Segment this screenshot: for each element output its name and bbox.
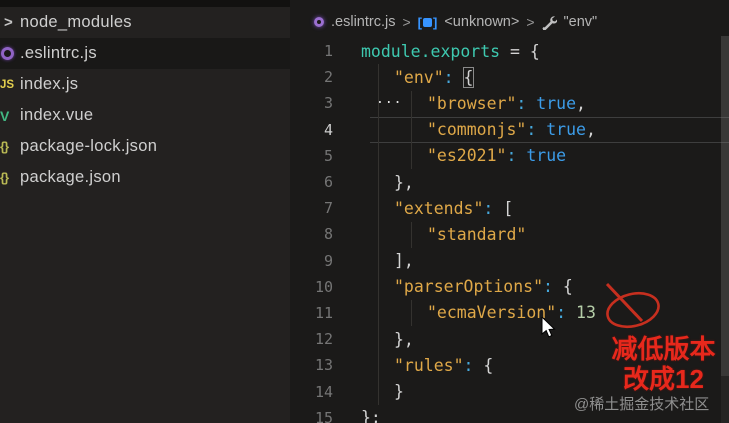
sidebar-item-index-js[interactable]: JS index.js [0, 69, 290, 100]
code-text: "env": { [394, 66, 475, 88]
code-text: }; [361, 408, 381, 423]
file-list: > node_modules .eslintrc.js JS index.js Vinde… [0, 7, 290, 193]
breadcrumb: .eslintrc.js > [] <unknown> > "env" [290, 8, 597, 36]
annotation-note-line2: 改成12 [623, 364, 704, 394]
breadcrumb-symbol[interactable]: <unknown> [444, 14, 519, 30]
code-text: ], [394, 251, 414, 271]
hint-squiggle: ... [376, 92, 403, 107]
file-label: package.json [20, 168, 121, 186]
code-text: "es2021": true [427, 146, 567, 166]
file-explorer: > node_modules .eslintrc.js JS index.js Vinde… [0, 7, 290, 423]
breadcrumb-file[interactable]: .eslintrc.js [331, 14, 395, 30]
vscode-window: > node_modules .eslintrc.js JS index.js Vinde… [0, 0, 729, 423]
code-line-3[interactable]: 3 "browser": true, [290, 90, 729, 116]
code-line-8[interactable]: 8 "standard" [290, 221, 729, 247]
code-line-1[interactable]: 1 module.exports = { [290, 38, 729, 64]
code-line-6[interactable]: 6}, [290, 169, 729, 195]
code-text: }, [394, 329, 414, 349]
eslint-icon [0, 47, 20, 60]
code-text: "commonjs": true, [427, 120, 596, 140]
file-label: node_modules [20, 13, 132, 31]
line-number[interactable]: 4 [290, 121, 347, 139]
code-text: "rules": { [394, 355, 494, 375]
scrollbar-thumb[interactable] [721, 36, 729, 376]
code-line-11[interactable]: 11 "ecmaVersion": 13 [290, 300, 729, 326]
chevron-right-icon: > [526, 14, 535, 30]
file-label: .eslintrc.js [20, 44, 97, 62]
wrench-icon [542, 15, 557, 30]
code-text: }, [394, 172, 414, 192]
line-number[interactable]: 13 [290, 356, 347, 374]
indent-guide [411, 222, 412, 248]
watermark: @稀土掘金技术社区 [574, 396, 710, 413]
json-icon: {} [0, 139, 9, 154]
line-number[interactable]: 6 [290, 173, 347, 191]
code-line-4[interactable]: 4 "commonjs": true, [290, 116, 729, 143]
line-number[interactable]: 12 [290, 330, 347, 348]
sidebar-item-package-lock-json[interactable]: {} package-lock.json [0, 131, 290, 162]
annotation-note-line1: 减低版本 [611, 334, 716, 364]
code-text: } [394, 382, 404, 402]
indent-guide [411, 300, 412, 326]
line-number[interactable]: 9 [290, 252, 347, 270]
code-text: "standard" [427, 224, 527, 244]
annotation-note: 减低版本 改成12 [601, 334, 726, 394]
indent-guide [378, 64, 379, 405]
code-line-5[interactable]: 5 "es2021": true [290, 143, 729, 169]
code-line-2[interactable]: 2 "env": { [290, 64, 729, 90]
line-number[interactable]: 11 [290, 304, 347, 322]
chevron-right-icon: > [4, 14, 13, 31]
eslint-icon [314, 17, 324, 27]
vue-icon: V [0, 107, 10, 124]
breadcrumb-property[interactable]: "env" [564, 14, 598, 30]
javascript-icon: JS [0, 78, 15, 91]
file-label: index.js [20, 75, 79, 93]
sidebar-item-package-json[interactable]: {} package.json [0, 162, 290, 193]
chevron-right-icon: > [402, 14, 411, 30]
line-number[interactable]: 7 [290, 199, 347, 217]
code-line-10[interactable]: 10 "parserOptions": { [290, 274, 729, 300]
line-number[interactable]: 10 [290, 278, 347, 296]
line-number[interactable]: 8 [290, 225, 347, 243]
line-number[interactable]: 3 [290, 94, 347, 112]
file-label: index.vue [20, 106, 94, 124]
code-text: "parserOptions": { [394, 277, 573, 297]
code-line-9[interactable]: 9], [290, 248, 729, 274]
file-label: package-lock.json [20, 137, 158, 155]
module-symbol-icon: [] [417, 14, 438, 30]
indent-guide [411, 91, 412, 169]
line-number[interactable]: 2 [290, 68, 347, 86]
code-text: "extends": [ [394, 198, 514, 218]
sidebar-item-index-vue[interactable]: Vindex.vue [0, 100, 290, 131]
line-number[interactable]: 1 [290, 42, 347, 60]
json-icon: {} [0, 170, 9, 185]
code-text: module.exports = { [361, 41, 540, 61]
line-number[interactable]: 5 [290, 147, 347, 165]
code-line-7[interactable]: 7 "extends": [ [290, 195, 729, 221]
code-text: "ecmaVersion": 13 [427, 303, 596, 323]
line-number[interactable]: 14 [290, 383, 347, 401]
line-number[interactable]: 15 [290, 409, 347, 423]
sidebar-item-node-modules[interactable]: > node_modules [0, 7, 290, 38]
sidebar-item--eslintrc-js[interactable]: .eslintrc.js [0, 38, 290, 69]
